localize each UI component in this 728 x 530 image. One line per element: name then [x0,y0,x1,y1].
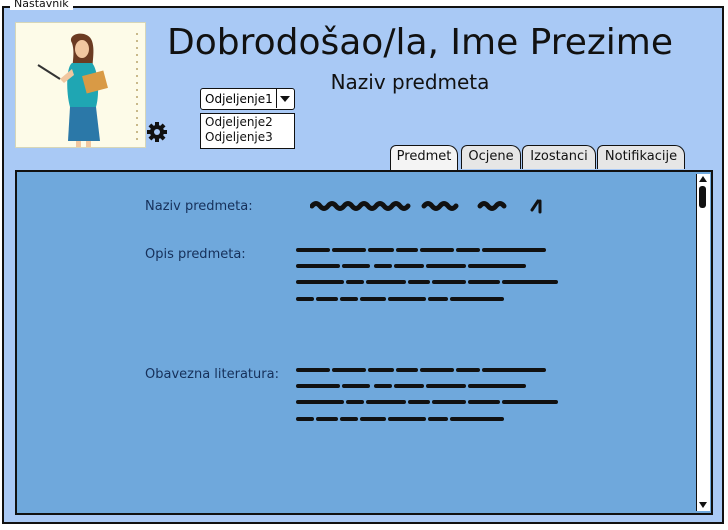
subject-name: Naziv predmeta [330,70,490,94]
avatar [15,22,146,148]
tab-notifikacije[interactable]: Notifikacije [597,145,685,169]
required-literature-placeholder [296,368,558,421]
scroll-down-icon[interactable] [699,502,707,508]
class-select[interactable]: Odjeljenje1 [200,88,295,110]
tab-ocjene[interactable]: Ocjene [461,145,521,169]
subject-description-label: Opis predmeta: [145,247,246,262]
scrollbar[interactable] [696,174,710,511]
gear-icon[interactable] [146,121,168,143]
tab-content-panel [15,170,713,515]
class-select-options: Odjeljenje2 Odjeljenje3 [200,113,295,149]
class-option[interactable]: Odjeljenje2 [205,115,290,130]
subject-description-placeholder [296,248,558,301]
required-literature-label: Obavezna literatura: [145,367,279,382]
chevron-down-icon[interactable] [276,89,294,108]
class-select-value: Odjeljenje1 [205,92,273,106]
scroll-thumb[interactable] [699,186,706,208]
window-title: Nastavnik [10,0,73,10]
class-option[interactable]: Odjeljenje3 [205,130,290,145]
tab-izostanci[interactable]: Izostanci [522,145,596,169]
welcome-heading: Dobrodošao/la, Ime Prezime [166,22,674,63]
tab-predmet[interactable]: Predmet [390,145,458,171]
subject-name-placeholder [310,199,542,214]
subject-name-label: Naziv predmeta: [145,199,253,214]
scroll-up-icon[interactable] [699,176,707,182]
